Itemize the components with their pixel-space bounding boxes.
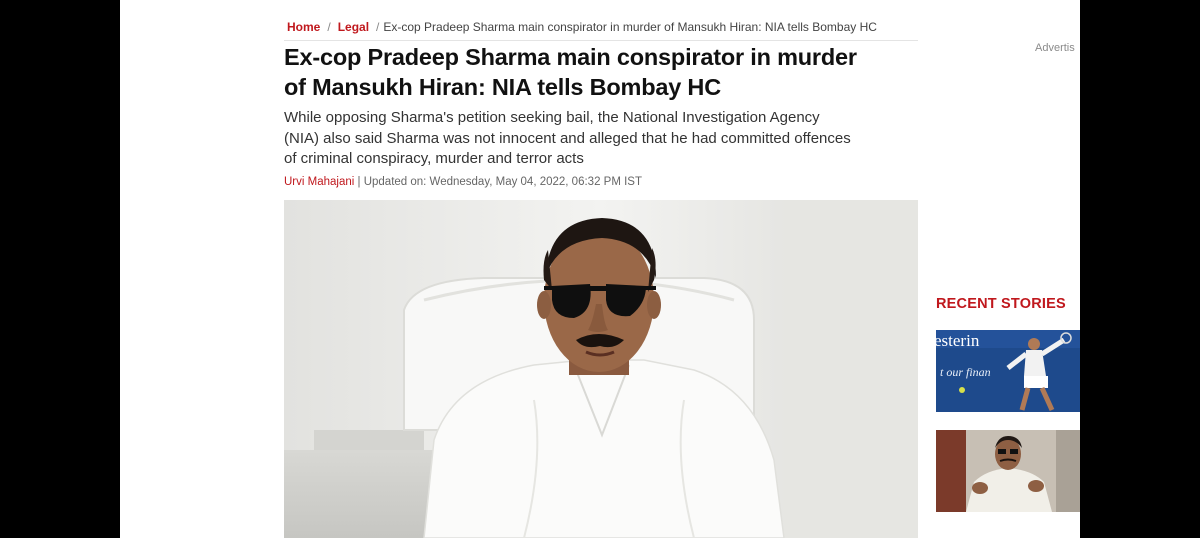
- recent-story-thumbnail-tennis[interactable]: esterin t our finan: [936, 330, 1080, 412]
- breadcrumb-current: Ex-cop Pradeep Sharma main conspirator i…: [383, 20, 877, 34]
- breadcrumb-separator: /: [327, 20, 331, 34]
- browser-viewport: Home / Legal / Ex-cop Pradeep Sharma main co…: [120, 0, 1080, 538]
- summary-line: While opposing Sharma's petition seeking…: [284, 109, 820, 126]
- summary-line: (NIA) also said Sharma was not innocent …: [284, 129, 851, 147]
- thumb-banner-text: esterin: [936, 331, 980, 350]
- article-summary: While opposing Sharma's petition seeking…: [284, 108, 924, 170]
- updated-timestamp: | Updated on: Wednesday, May 04, 2022, 0…: [357, 176, 642, 188]
- headline-line: of Mansukh Hiran: NIA tells Bombay HC: [284, 74, 721, 100]
- hero-image[interactable]: [284, 200, 918, 538]
- headline-line: Ex-cop Pradeep Sharma main conspirator i…: [284, 44, 857, 70]
- recent-stories-heading: RECENT STORIES: [936, 296, 1066, 312]
- speaker-photo: [936, 430, 1080, 512]
- breadcrumb-divider: [284, 40, 918, 41]
- breadcrumb: Home / Legal / Ex-cop Pradeep Sharma main co…: [287, 20, 877, 34]
- tennis-photo: esterin t our finan: [936, 330, 1080, 412]
- author-link[interactable]: Urvi Mahajani: [284, 176, 354, 188]
- hero-image-photo: [284, 200, 918, 538]
- breadcrumb-separator: /: [376, 20, 380, 34]
- summary-line: of criminal conspiracy, murder and terro…: [284, 150, 584, 167]
- article-byline: Urvi Mahajani | Updated on: Wednesday, M…: [284, 176, 642, 188]
- breadcrumb-home-link[interactable]: Home: [287, 20, 320, 34]
- thumb-banner-text: t our finan: [940, 365, 991, 379]
- article-headline: Ex-cop Pradeep Sharma main conspirator i…: [284, 42, 924, 102]
- recent-story-thumbnail-speaker[interactable]: [936, 430, 1080, 512]
- breadcrumb-legal-link[interactable]: Legal: [338, 20, 369, 34]
- advertisement-label: Advertis: [1035, 42, 1075, 54]
